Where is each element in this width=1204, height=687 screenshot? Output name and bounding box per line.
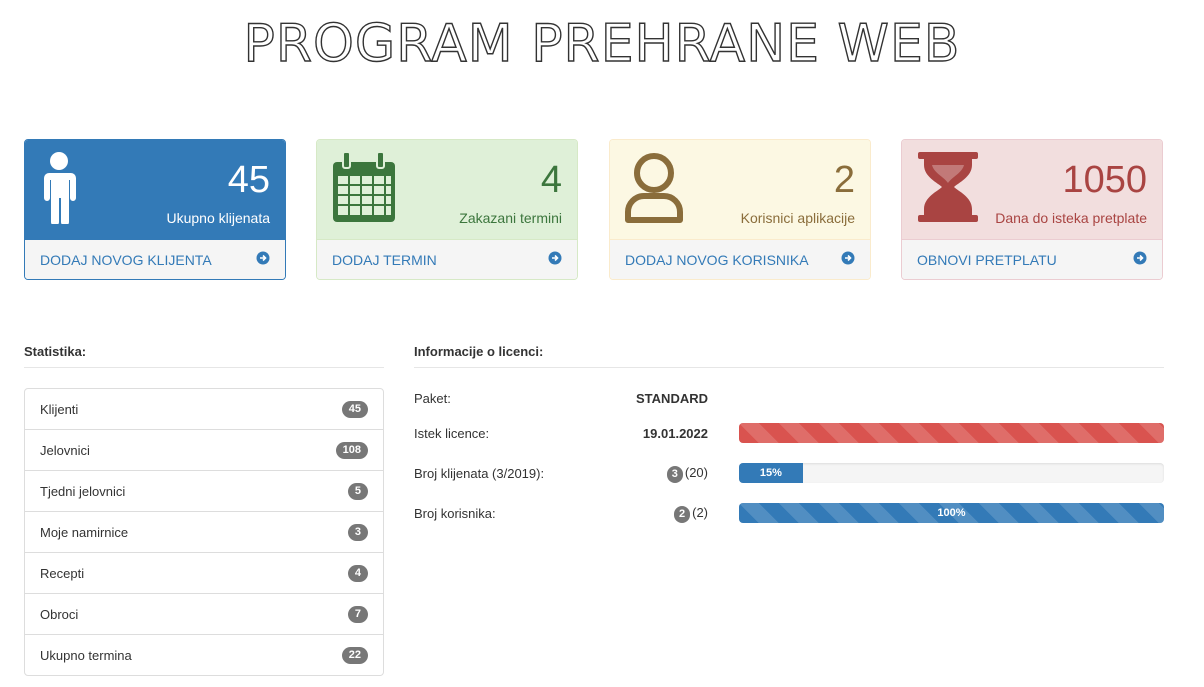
arrow-circle-right-icon: [1133, 251, 1147, 265]
clients-used-badge: 3: [666, 466, 683, 483]
appointments-panel: 4 Zakazani termini DODAJ TERMIN: [316, 139, 578, 280]
expiry-progress-bar: [739, 423, 1164, 443]
calendar-icon: [333, 151, 395, 222]
license-title: Informacije o licenci:: [414, 344, 544, 359]
add-client-label: DODAJ NOVOG KLIJENTA: [40, 252, 212, 268]
list-item: Ukupno termina 22: [25, 634, 383, 675]
users-max: (2): [692, 505, 708, 520]
app-users-count-label: Korisnici aplikacije: [740, 210, 855, 226]
statistics-divider: [24, 367, 384, 368]
count-badge: 3: [347, 524, 368, 541]
appointments-count-label: Zakazani termini: [459, 210, 562, 226]
list-item: Jelovnici 108: [25, 429, 383, 470]
appointments-count: 4: [540, 159, 562, 201]
users-limit-label: Broj korisnika:: [414, 506, 496, 521]
list-item: Moje namirnice 3: [25, 511, 383, 552]
expiry-label: Istek licence:: [414, 426, 490, 441]
list-item-label: Moje namirnice: [40, 525, 129, 540]
users-progress-fill: 100%: [739, 503, 1164, 523]
users-limit-value: 2 (2): [673, 505, 708, 523]
clients-panel: 45 Ukupno klijenata DODAJ NOVOG KLIJENTA: [24, 139, 286, 280]
count-badge: 7: [347, 606, 368, 623]
hourglass-icon: [918, 152, 978, 222]
clients-max: (20): [684, 465, 708, 480]
arrow-circle-right-icon: [841, 251, 855, 265]
list-item: Obroci 7: [25, 593, 383, 634]
list-item-label: Recepti: [40, 566, 85, 581]
renew-subscription-button[interactable]: OBNOVI PRETPLATU: [902, 239, 1162, 279]
list-item-label: Klijenti: [40, 402, 79, 417]
days-remaining-label: Dana do isteka pretplate: [995, 210, 1147, 226]
count-badge: 45: [341, 401, 368, 418]
package-value: STANDARD: [636, 391, 708, 406]
list-item: Recepti 4: [25, 552, 383, 593]
clients-progress-fill: 15%: [739, 463, 803, 483]
count-badge: 4: [347, 565, 368, 582]
statistics-title: Statistika:: [24, 344, 87, 359]
list-item: Klijenti 45: [25, 389, 383, 429]
subscription-panel-heading: 1050 Dana do isteka pretplate: [902, 140, 1162, 239]
list-item-label: Jelovnici: [40, 443, 90, 458]
clients-limit-value: 3 (20): [666, 465, 708, 483]
appointments-panel-heading: 4 Zakazani termini: [317, 140, 577, 239]
app-users-panel: 2 Korisnici aplikacije DODAJ NOVOG KORIS…: [609, 139, 871, 280]
statistics-list: Klijenti 45 Jelovnici 108 Tjedni jelovnici…: [24, 388, 384, 676]
count-badge: 5: [347, 483, 368, 500]
license-divider: [414, 367, 1164, 368]
subscription-panel: 1050 Dana do isteka pretplate OBNOVI PRE…: [901, 139, 1163, 280]
package-label: Paket:: [414, 391, 451, 406]
list-item-label: Obroci: [40, 607, 79, 622]
app-users-count: 2: [833, 159, 855, 201]
list-item-label: Ukupno termina: [40, 648, 132, 663]
users-used-badge: 2: [673, 506, 691, 523]
users-progress-bar: 100%: [739, 503, 1164, 523]
count-badge: 22: [341, 647, 368, 664]
list-item: Tjedni jelovnici 5: [25, 470, 383, 511]
add-appointment-label: DODAJ TERMIN: [332, 252, 437, 268]
clients-limit-label: Broj klijenata (3/2019):: [414, 466, 545, 481]
clients-count-label: Ukupno klijenata: [166, 210, 270, 226]
clients-progress-bar: 15%: [739, 463, 1164, 483]
days-remaining: 1050: [1062, 159, 1147, 201]
renew-subscription-label: OBNOVI PRETPLATU: [917, 252, 1057, 268]
arrow-circle-right-icon: [548, 251, 562, 265]
app-users-panel-heading: 2 Korisnici aplikacije: [610, 140, 870, 239]
list-item-label: Tjedni jelovnici: [40, 484, 126, 499]
clients-count: 45: [227, 159, 270, 201]
expiry-progress-fill: [739, 423, 1164, 443]
arrow-circle-right-icon: [256, 251, 270, 265]
add-appointment-button[interactable]: DODAJ TERMIN: [317, 239, 577, 279]
add-user-label: DODAJ NOVOG KORISNIKA: [625, 252, 809, 268]
app-title: PROGRAM PREHRANE WEB: [243, 13, 961, 74]
user-icon: [44, 152, 76, 224]
add-client-button[interactable]: DODAJ NOVOG KLIJENTA: [25, 239, 285, 279]
count-badge: 108: [335, 442, 368, 459]
user-outline-icon: [625, 153, 683, 223]
expiry-value: 19.01.2022: [642, 426, 708, 441]
clients-panel-heading: 45 Ukupno klijenata: [25, 140, 285, 239]
add-user-button[interactable]: DODAJ NOVOG KORISNIKA: [610, 239, 870, 279]
